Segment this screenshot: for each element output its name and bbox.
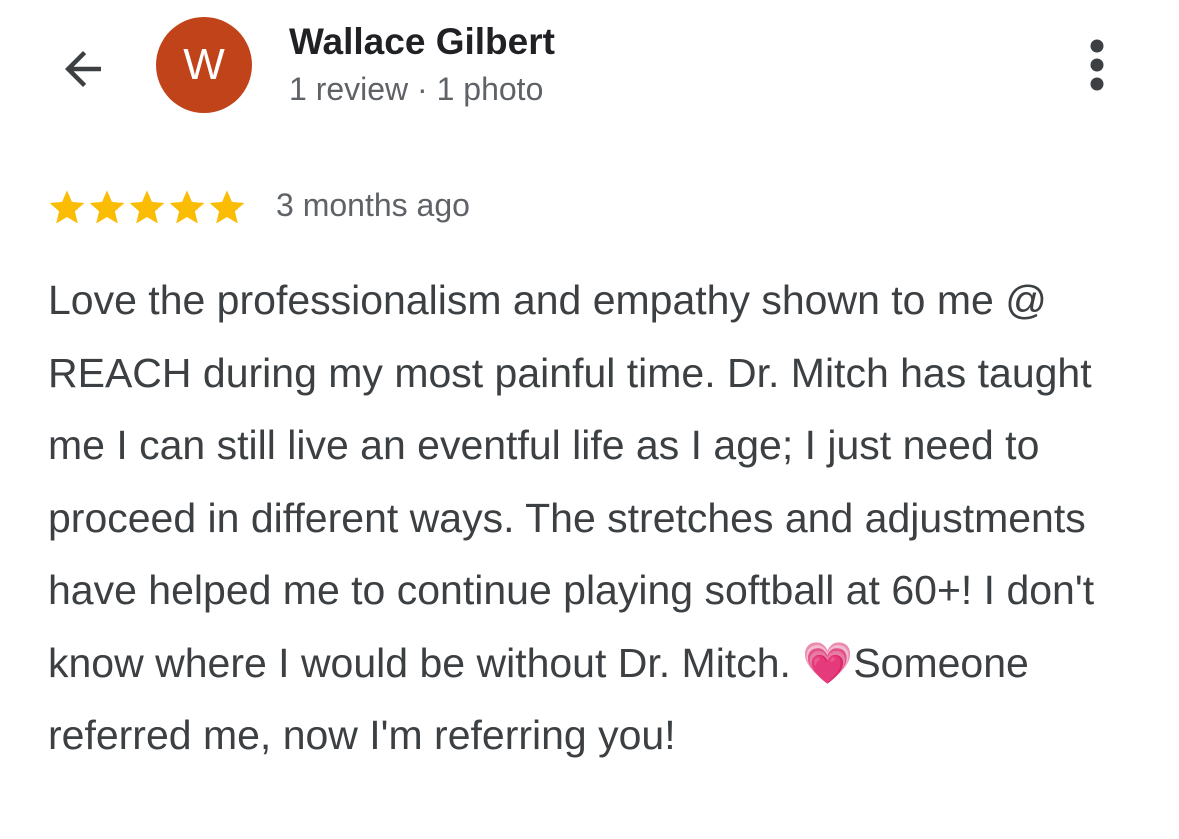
star-icon — [49, 190, 85, 224]
star-icon — [169, 190, 205, 224]
more-options-button[interactable] — [1075, 34, 1119, 98]
avatar[interactable]: W — [156, 17, 252, 113]
back-button[interactable] — [52, 38, 114, 100]
more-vertical-icon — [1090, 39, 1104, 91]
star-icon — [209, 190, 245, 224]
review-text: Love the professionalism and empathy sho… — [48, 277, 1095, 758]
review-date: 3 months ago — [276, 187, 470, 223]
reviewer-meta: 1 review · 1 photo — [289, 71, 544, 107]
arrow-left-icon — [65, 51, 101, 87]
star-rating — [47, 186, 247, 228]
star-icon — [89, 190, 125, 224]
avatar-initial: W — [183, 40, 225, 89]
reviewer-name[interactable]: Wallace Gilbert — [289, 21, 555, 63]
star-icon — [129, 190, 165, 224]
